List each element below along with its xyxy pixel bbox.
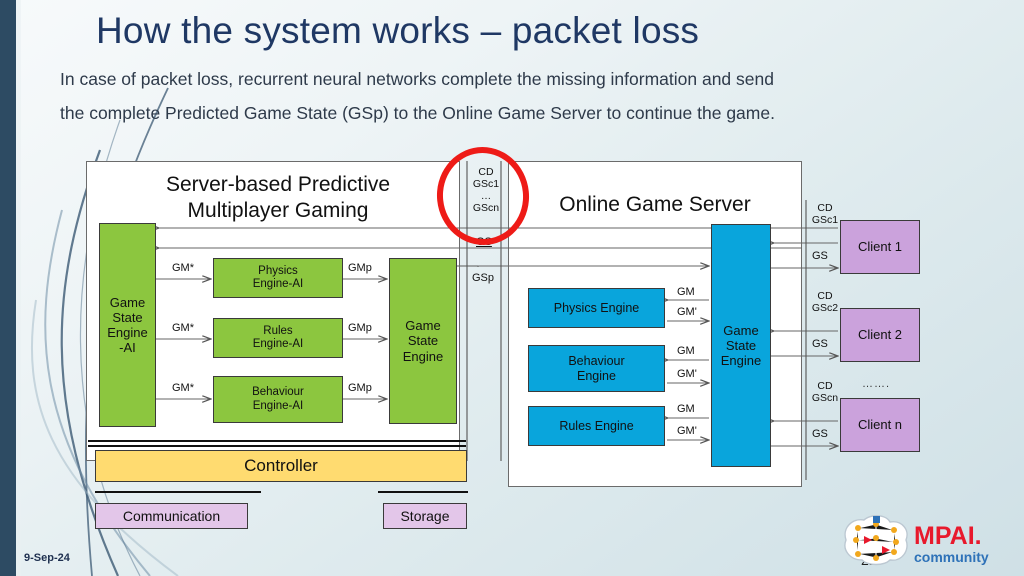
label-client-2-gs: GS (812, 338, 828, 350)
box-label: Game State Engine (720, 322, 762, 369)
label-gmp-2: GMp (348, 322, 372, 334)
box-storage: Storage (383, 503, 467, 529)
box-behaviour-engine-ai: Behaviour Engine-AI (213, 376, 343, 423)
label-gm-star-1: GM* (172, 262, 194, 274)
left-panel-title-line-1: Server-based Predictive (165, 173, 391, 196)
box-label: Behaviour Engine (568, 354, 625, 383)
box-physics-engine: Physics Engine (528, 288, 665, 328)
logo-tagline: community (914, 549, 989, 565)
box-label: Client n (857, 417, 903, 433)
divider-line-top-2 (88, 445, 466, 447)
label-gm-star-3: GM* (172, 382, 194, 394)
architecture-diagram: Server-based Predictive Multiplayer Gami… (0, 140, 1024, 540)
box-label: Storage (400, 507, 450, 524)
box-label: Rules Engine (559, 418, 634, 433)
subtitle-line-2: the complete Predicted Game State (GSp) … (60, 103, 775, 123)
box-rules-engine: Rules Engine (528, 406, 665, 446)
label-gm-2: GM (677, 345, 695, 357)
label-gsp: GSp (472, 272, 495, 284)
box-game-state-engine-right: Game State Engine (711, 224, 771, 467)
left-panel-title: Server-based Predictive Multiplayer Gami… (92, 172, 464, 224)
right-panel-title: Online Game Server (559, 193, 751, 216)
page-title: How the system works – packet loss (96, 10, 700, 51)
divider-line-bottom-right (378, 491, 468, 493)
box-label: Behaviour Engine-AI (252, 386, 304, 412)
label-gm-3: GM (677, 403, 695, 415)
box-client-1: Client 1 (840, 220, 920, 274)
box-communication: Communication (95, 503, 248, 529)
logo-brand: MPAI. (914, 522, 982, 550)
slide: How the system works – packet loss In ca… (0, 0, 1024, 576)
label-gmp-3: GMp (348, 382, 372, 394)
label-gm-prime-2: GM' (677, 368, 697, 380)
label-gm-prime-3: GM' (677, 425, 697, 437)
box-client-2: Client 2 (840, 308, 920, 362)
box-game-state-engine-left: Game State Engine (389, 258, 457, 424)
label-client-2-cd: CD GSc2 (811, 290, 839, 314)
label-gm-star-2: GM* (172, 322, 194, 334)
label-client-1-gs: GS (812, 250, 828, 262)
box-label: Physics Engine (553, 300, 640, 315)
box-rules-engine-ai: Rules Engine-AI (213, 318, 343, 358)
label-client-1-cd: CD GSc1 (811, 202, 839, 226)
mpai-logo: MPAI. community (844, 515, 989, 566)
label-client-n-cd: CD GScn (811, 380, 839, 404)
label-client-n-gs: GS (812, 428, 828, 440)
divider-line-bottom-left (95, 491, 261, 493)
box-behaviour-engine: Behaviour Engine (528, 345, 665, 392)
box-label: Controller (244, 456, 318, 476)
client-ellipsis: ……. (862, 378, 891, 390)
box-game-state-engine-ai: Game State Engine -AI (99, 223, 156, 427)
label-gm-prime-1: GM' (677, 306, 697, 318)
box-label: Rules Engine-AI (252, 324, 304, 350)
divider-line-top-1 (88, 440, 466, 442)
slide-date: 9-Sep-24 (24, 552, 70, 564)
label-gmp-1: GMp (348, 262, 372, 274)
box-client-n: Client n (840, 398, 920, 452)
box-label: Communication (122, 507, 221, 524)
subtitle-line-1: In case of packet loss, recurrent neural… (60, 69, 774, 89)
label-gm-1: GM (677, 286, 695, 298)
box-physics-engine-ai: Physics Engine-AI (213, 258, 343, 298)
page-subtitle: In case of packet loss, recurrent neural… (60, 62, 960, 130)
box-label: Game State Engine -AI (107, 294, 148, 356)
left-panel-title-line-2: Multiplayer Gaming (187, 199, 369, 222)
box-label: Physics Engine-AI (252, 264, 304, 290)
box-label: Game State Engine (402, 318, 444, 364)
box-label: Client 2 (857, 327, 903, 343)
brain-network-icon (844, 515, 908, 566)
box-controller: Controller (95, 450, 467, 482)
box-label: Client 1 (857, 239, 903, 255)
